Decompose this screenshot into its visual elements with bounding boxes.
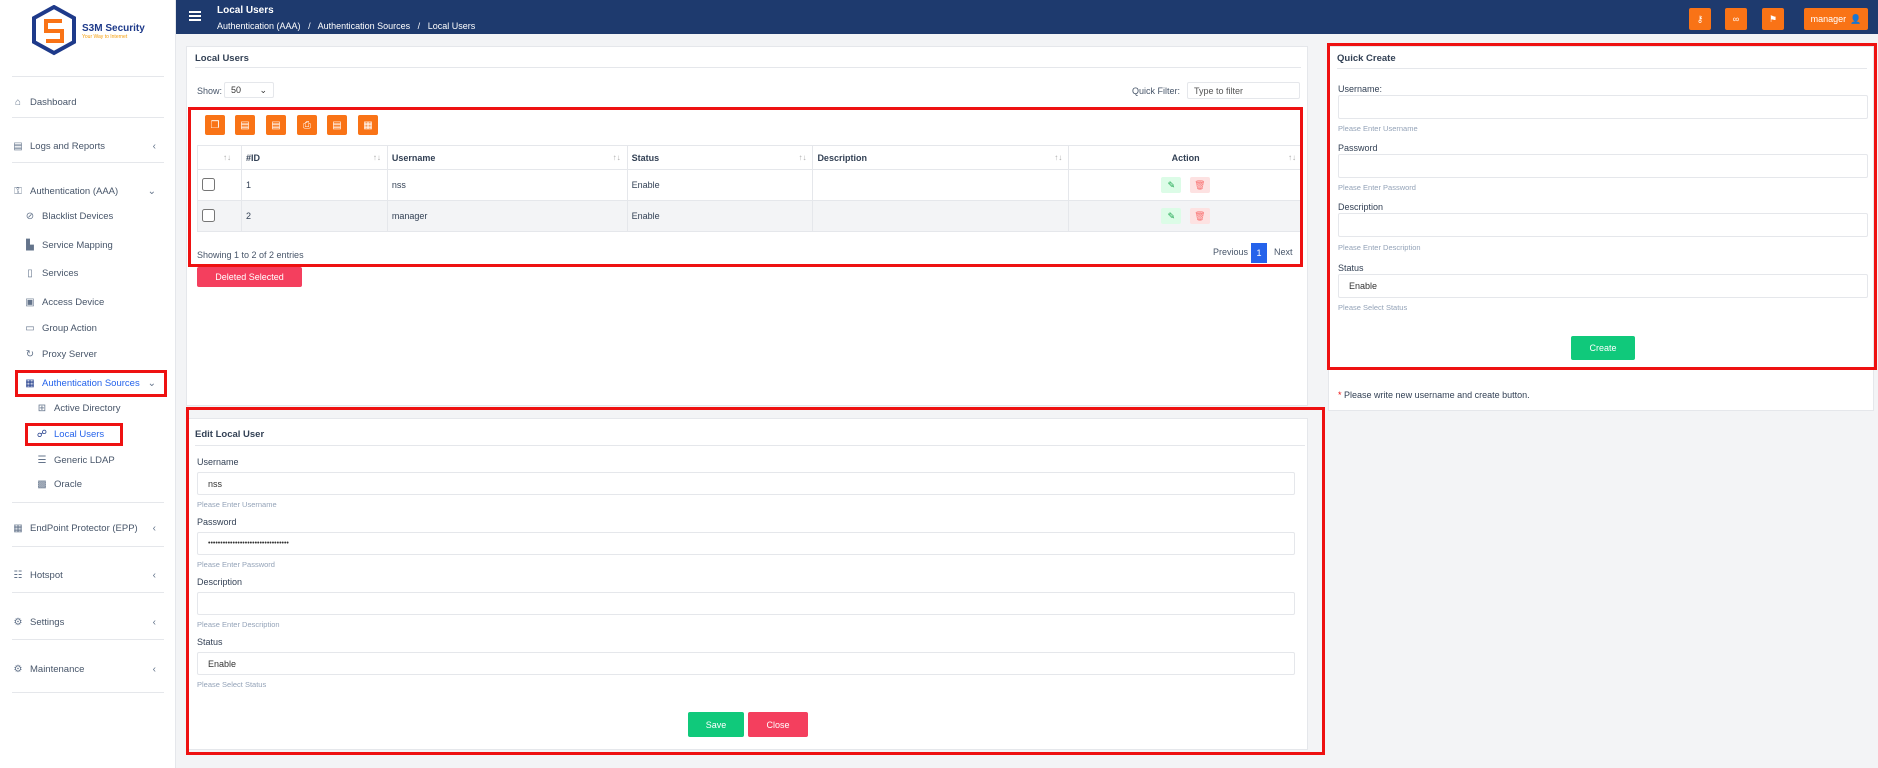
link-button[interactable]: ∞ (1725, 8, 1747, 30)
key-icon: ⚿ (14, 185, 22, 197)
app-tagline: Your Way to Internet (82, 33, 128, 40)
logo[interactable]: S3M Security Your Way to Internet (0, 0, 175, 62)
user-label: manager (1810, 14, 1847, 24)
highlight-local-users (25, 423, 123, 446)
sidebar-item-label: Generic LDAP (54, 454, 115, 466)
chevron-left-icon: ‹ (152, 616, 156, 628)
infinity-icon: ∞ (1732, 14, 1740, 24)
sidebar-item-blacklist[interactable]: ⊘ Blacklist Devices (12, 205, 164, 227)
s3m-logo-icon (32, 5, 76, 56)
user-icon: 👤 (1850, 13, 1862, 24)
quick-filter-label: Quick Filter: (1132, 86, 1181, 96)
sidebar-item-label: Maintenance (30, 663, 85, 675)
chevron-left-icon: ‹ (152, 140, 156, 152)
breadcrumb-item: Local Users (427, 21, 476, 31)
top-header: Local Users Authentication (AAA) / Authe… (176, 0, 1878, 34)
gear-icon: ⚙ (13, 616, 23, 628)
page-size-select[interactable]: 50 ⌄ (224, 82, 274, 98)
panel-title: Local Users (195, 53, 249, 64)
sidebar-item-label: Active Directory (54, 402, 121, 414)
chevron-down-icon: ⌄ (147, 185, 156, 197)
sidebar-item-label: Authentication (AAA) (30, 185, 119, 197)
app-name: S3M Security (82, 22, 145, 34)
sidebar-item-label: Oracle (54, 478, 82, 490)
key-icon: ⚷ (1696, 13, 1704, 24)
quick-create-note: * Please write new username and create b… (1338, 390, 1530, 400)
sidebar-item-label: Dashboard (30, 96, 77, 108)
breadcrumb-item[interactable]: Authentication Sources (318, 21, 411, 31)
highlight-edit-panel (186, 407, 1325, 755)
breadcrumb-item[interactable]: Authentication (AAA) (217, 21, 301, 31)
home-icon: ⌂ (14, 96, 22, 108)
report-icon: ▤ (13, 140, 23, 152)
chevron-left-icon: ‹ (152, 569, 156, 581)
flag-button[interactable]: ⚑ (1762, 8, 1784, 30)
chevron-down-icon: ⌄ (259, 84, 267, 95)
sidebar-item-label: Group Action (42, 322, 97, 334)
sidebar-item-label: Blacklist Devices (42, 210, 114, 222)
oracle-icon: ▩ (37, 478, 47, 490)
sidebar-item-generic-ldap[interactable]: ☰ Generic LDAP (12, 449, 164, 471)
sidebar-item-proxy-server[interactable]: ↻ Proxy Server (12, 343, 164, 365)
sidebar-item-label: Hotspot (30, 569, 63, 581)
sidebar-item-oracle[interactable]: ▩ Oracle (12, 473, 164, 495)
menu-icon[interactable] (189, 11, 201, 21)
sidebar-item-label: Settings (30, 616, 65, 628)
quick-filter-input[interactable]: Type to filter (1187, 82, 1300, 99)
wrench-icon: ⚙ (13, 663, 23, 675)
sidebar-item-group-action[interactable]: ▭ Group Action (12, 317, 164, 339)
sidebar-item-label: EndPoint Protector (EPP) (30, 522, 138, 534)
flag-icon: ⚑ (1768, 13, 1778, 24)
sidebar-item-access-device[interactable]: ▣ Access Device (12, 291, 164, 313)
list-icon: ☷ (13, 569, 23, 581)
highlight-auth-sources (15, 370, 167, 397)
sidebar-item-aaa[interactable]: ⚿ Authentication (AAA) ⌄ (12, 180, 164, 202)
search-button[interactable]: ⚷ (1689, 8, 1711, 30)
user-menu-button[interactable]: manager 👤 (1804, 8, 1868, 30)
sidebar-item-dashboard[interactable]: ⌂ Dashboard (12, 91, 164, 113)
chevron-left-icon: ‹ (152, 663, 156, 675)
sidebar-item-label: Service Mapping (42, 239, 113, 251)
breadcrumb: Authentication (AAA) / Authentication So… (217, 21, 476, 31)
sidebar-item-label: Logs and Reports (30, 140, 105, 152)
sidebar-item-hotspot[interactable]: ☷ Hotspot ‹ (12, 564, 164, 586)
sidebar-item-active-directory[interactable]: ⊞ Active Directory (12, 397, 164, 419)
sidebar-item-label: Access Device (42, 296, 105, 308)
sidebar-item-label: Services (42, 267, 79, 279)
chevron-left-icon: ‹ (152, 522, 156, 534)
windows-icon: ⊞ (37, 402, 47, 414)
file-icon: ▯ (27, 267, 33, 279)
sidebar-item-services[interactable]: ▯ Services (12, 262, 164, 284)
sidebar-item-label: Proxy Server (42, 348, 97, 360)
sidebar-item-settings[interactable]: ⚙ Settings ‹ (12, 611, 164, 633)
calendar-icon: ▦ (13, 522, 23, 534)
show-label: Show: (197, 86, 223, 96)
page-title: Local Users (217, 5, 274, 16)
refresh-icon: ↻ (25, 348, 35, 360)
sidebar-item-epp[interactable]: ▦ EndPoint Protector (EPP) ‹ (12, 517, 164, 539)
mapping-icon: ▙ (26, 239, 34, 251)
delete-selected-button[interactable]: Deleted Selected (197, 267, 302, 287)
block-icon: ⊘ (25, 210, 35, 222)
database-icon: ☰ (37, 454, 47, 466)
sidebar-item-service-mapping[interactable]: ▙ Service Mapping (12, 234, 164, 256)
device-icon: ▣ (25, 296, 35, 308)
highlight-table (188, 107, 1303, 267)
highlight-quick-create (1327, 43, 1877, 370)
monitor-icon: ▭ (25, 322, 35, 334)
sidebar-item-logs[interactable]: ▤ Logs and Reports ‹ (12, 135, 164, 157)
sidebar-item-maintenance[interactable]: ⚙ Maintenance ‹ (12, 658, 164, 680)
